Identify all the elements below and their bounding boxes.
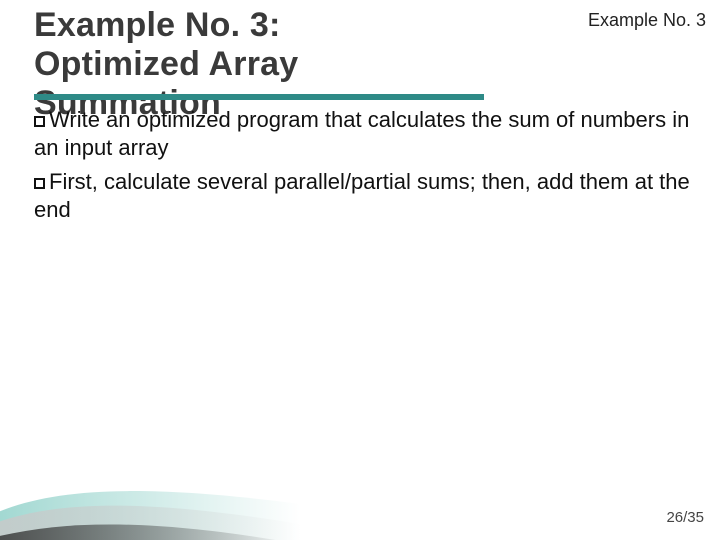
square-bullet-icon <box>34 116 45 127</box>
page-number: 26/35 <box>666 509 704 526</box>
decorative-swoosh-icon <box>0 432 300 540</box>
slide-body: Write an optimized program that calculat… <box>34 106 692 231</box>
title-underline <box>34 94 484 100</box>
bullet-item: First, calculate several parallel/partia… <box>34 168 692 224</box>
square-bullet-icon <box>34 178 45 189</box>
slide: Example No. 3 Example No. 3: Optimized A… <box>0 0 720 540</box>
title-line-1: Example No. 3: <box>34 6 281 44</box>
bullet-text: Write an optimized program that calculat… <box>34 107 689 160</box>
bullet-text: First, calculate several parallel/partia… <box>34 169 690 222</box>
header-example-label: Example No. 3 <box>588 10 706 31</box>
bullet-item: Write an optimized program that calculat… <box>34 106 692 162</box>
